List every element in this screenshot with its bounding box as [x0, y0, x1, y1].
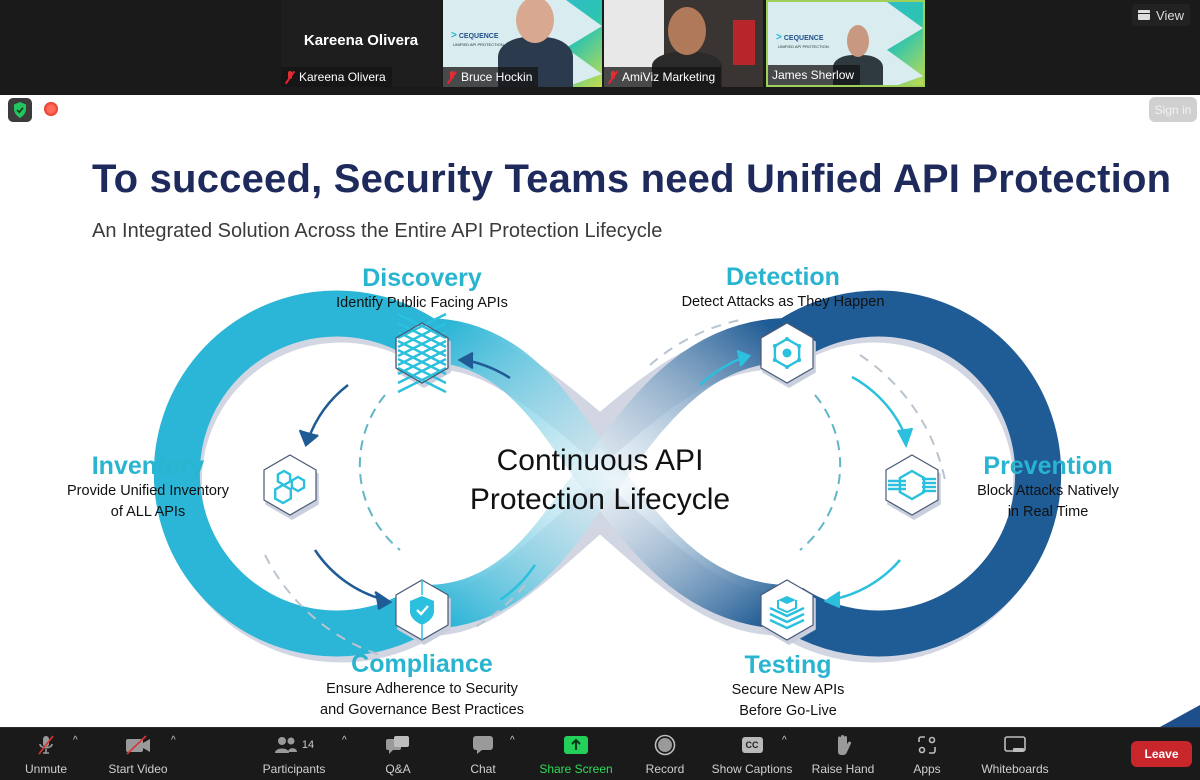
participants-icon: 14: [274, 734, 314, 756]
mic-muted-icon: [447, 70, 457, 84]
qa-label: Q&A: [385, 762, 411, 776]
participant-tile-active-speaker[interactable]: Kareena Olivera Kareena Olivera: [281, 0, 441, 87]
virtual-background-subtitle: UNIFIED API PROTECTION: [778, 44, 829, 49]
stage-description: in Real Time: [1007, 503, 1089, 520]
virtual-background-subtitle: UNIFIED API PROTECTION: [453, 42, 504, 47]
share-screen-button[interactable]: Share Screen: [539, 734, 613, 778]
stage-description: Detect Attacks as They Happen: [681, 293, 885, 310]
whiteboards-button[interactable]: Whiteboards: [980, 734, 1050, 778]
mic-muted-icon: [285, 70, 295, 84]
stage-description: of ALL APIs: [110, 503, 186, 520]
whiteboard-icon: [1004, 734, 1026, 756]
participant-tile-james-sherlow[interactable]: > CEQUENCE UNIFIED API PROTECTION James S…: [766, 0, 925, 87]
raise-hand-label: Raise Hand: [811, 762, 875, 776]
show-captions-button[interactable]: CC Show Captions: [712, 734, 792, 778]
chat-options-caret-icon[interactable]: ^: [510, 735, 515, 746]
record-icon: [654, 734, 676, 756]
unmute-button[interactable]: Unmute: [20, 734, 72, 778]
participants-button[interactable]: 14 Participants: [260, 734, 328, 778]
stage-name: Detection: [726, 263, 840, 291]
virtual-background-brand: > CEQUENCE: [776, 32, 824, 43]
participant-name: James Sherlow: [772, 68, 855, 82]
participants-label: Participants: [262, 762, 326, 776]
grid-mesh-icon: [395, 312, 451, 394]
center-text-line2: Protection Lifecycle: [469, 483, 731, 516]
whiteboards-label: Whiteboards: [981, 762, 1049, 776]
share-screen-icon: [564, 734, 588, 756]
stage-description: Secure New APIs: [731, 681, 845, 698]
meeting-toolbar: Unmute ^ Start Video ^ 14 Participants ^…: [0, 727, 1200, 780]
stage-label-detection: Detection Detect Attacks as They Happen: [663, 263, 903, 313]
video-gallery-strip: Kareena Olivera Kareena Olivera > CEQUENC…: [0, 0, 1200, 95]
stage-name: Prevention: [983, 452, 1113, 480]
background-poster: [733, 20, 755, 65]
center-text-line1: Continuous API: [496, 444, 704, 477]
record-button[interactable]: Record: [645, 734, 685, 778]
stage-name: Compliance: [351, 650, 493, 678]
stage-label-discovery: Discovery Identify Public Facing APIs: [322, 264, 522, 314]
stage-name: Discovery: [362, 264, 482, 292]
participant-name: AmiViz Marketing: [622, 70, 716, 84]
stage-description: Block Attacks Natively: [977, 482, 1119, 499]
audio-options-caret-icon[interactable]: ^: [73, 735, 78, 746]
start-video-button[interactable]: Start Video: [106, 734, 170, 778]
qa-icon: [385, 734, 411, 756]
stage-description: Identify Public Facing APIs: [336, 294, 508, 311]
apps-icon: [917, 734, 937, 756]
participant-name-tag: Bruce Hockin: [443, 67, 539, 87]
participant-name-tag: AmiViz Marketing: [604, 67, 722, 87]
participants-count: 14: [301, 739, 315, 751]
stage-name: Inventory: [91, 452, 205, 480]
apps-label: Apps: [913, 762, 941, 776]
stage-description: Provide Unified Inventory: [67, 482, 229, 499]
participant-name-tag: James Sherlow: [768, 65, 861, 85]
mic-muted-icon: [608, 70, 618, 84]
participants-options-caret-icon[interactable]: ^: [342, 735, 347, 746]
video-camera-off-icon: [124, 734, 152, 756]
stage-label-prevention: Prevention Block Attacks Natively in Rea…: [948, 452, 1148, 523]
grid-view-icon: [1138, 10, 1151, 20]
view-button-label: View: [1156, 7, 1184, 23]
unmute-label: Unmute: [24, 762, 68, 776]
record-label: Record: [645, 762, 685, 776]
chat-bubble-icon: [472, 734, 494, 756]
shared-screen-slide: Sign in To succeed, Security Teams need …: [0, 95, 1200, 727]
video-options-caret-icon[interactable]: ^: [171, 735, 176, 746]
participant-name: Bruce Hockin: [461, 70, 533, 84]
infinity-lifecycle-diagram: [153, 290, 1062, 663]
shield-block-icon: [885, 454, 941, 520]
share-screen-label: Share Screen: [539, 762, 613, 776]
diagram-center-text: Continuous API Protection Lifecycle: [440, 441, 760, 519]
participant-tile-amiviz-marketing[interactable]: AmiViz Marketing: [604, 0, 763, 87]
participant-name-tag: Kareena Olivera: [281, 67, 392, 87]
participant-name: Kareena Olivera: [299, 70, 386, 84]
chat-button[interactable]: Chat: [470, 734, 496, 778]
start-video-label: Start Video: [108, 762, 168, 776]
cubes-icon: [263, 454, 319, 520]
raise-hand-icon: [834, 734, 852, 756]
captions-options-caret-icon[interactable]: ^: [782, 735, 787, 746]
chat-label: Chat: [470, 762, 496, 776]
qa-button[interactable]: Q&A: [385, 734, 411, 778]
apps-button[interactable]: Apps: [913, 734, 941, 778]
microphone-muted-icon: [35, 734, 57, 756]
show-captions-label: Show Captions: [711, 762, 793, 776]
closed-captions-icon: CC: [741, 734, 763, 756]
view-button[interactable]: View: [1132, 4, 1190, 26]
stage-label-compliance: Compliance Ensure Adherence to Security …: [292, 650, 552, 721]
leave-meeting-button[interactable]: Leave: [1131, 741, 1192, 767]
stage-name: Testing: [744, 651, 832, 679]
virtual-background-brand: > CEQUENCE: [451, 30, 499, 41]
participant-tile-bruce-hockin[interactable]: > CEQUENCE UNIFIED API PROTECTION Bruce H…: [443, 0, 602, 87]
stage-description: Ensure Adherence to Security: [326, 680, 518, 697]
stage-description: Before Go-Live: [739, 702, 837, 719]
participant-display-name: Kareena Olivera: [303, 32, 419, 49]
raise-hand-button[interactable]: Raise Hand: [811, 734, 875, 778]
zoom-meeting-window: Kareena Olivera Kareena Olivera > CEQUENC…: [0, 0, 1200, 780]
stage-description: and Governance Best Practices: [320, 701, 524, 718]
stage-label-testing: Testing Secure New APIs Before Go-Live: [688, 651, 888, 722]
stage-label-inventory: Inventory Provide Unified Inventory of A…: [48, 452, 248, 523]
